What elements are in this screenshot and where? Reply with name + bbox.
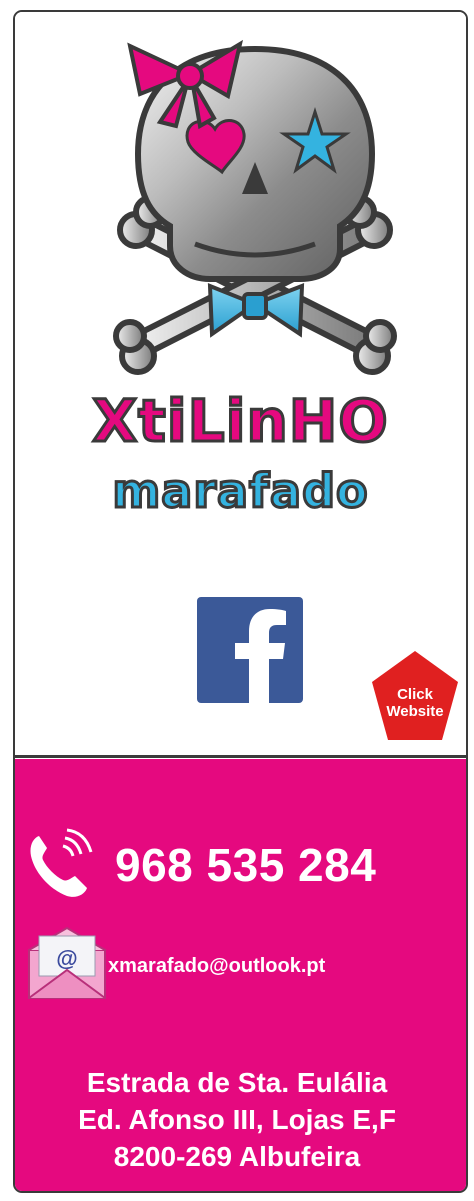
phone-icon [30, 828, 93, 897]
phone-number[interactable]: 968 535 284 [115, 838, 376, 892]
facebook-icon [235, 609, 286, 703]
address-block: Estrada de Sta. Eulália Ed. Afonso III, … [0, 1064, 474, 1175]
brand-subtitle: marafado [111, 463, 369, 520]
address-line-3: 8200-269 Albufeira [113, 1141, 361, 1172]
logo-section: XtiLinHO marafado Click Website [15, 12, 466, 757]
section-divider [15, 755, 466, 758]
website-button[interactable]: Click Website [369, 648, 461, 744]
address-line-2: Ed. Afonso III, Lojas E,F [78, 1104, 396, 1135]
svg-text:@: @ [56, 946, 77, 971]
bowtie-icon [207, 282, 305, 338]
email-envelope-icon: @ [28, 926, 106, 999]
website-badge-line2: Website [386, 703, 444, 720]
address-line-1: Estrada de Sta. Eulália [86, 1067, 388, 1098]
business-card: XtiLinHO marafado Click Website [13, 10, 468, 1193]
skull-logo [113, 39, 397, 375]
website-badge-line1: Click [397, 686, 433, 703]
facebook-button[interactable] [197, 597, 303, 703]
brand-title: XtiLinHO [91, 386, 389, 457]
email-link[interactable]: xmarafado@outlook.pt [108, 955, 325, 978]
